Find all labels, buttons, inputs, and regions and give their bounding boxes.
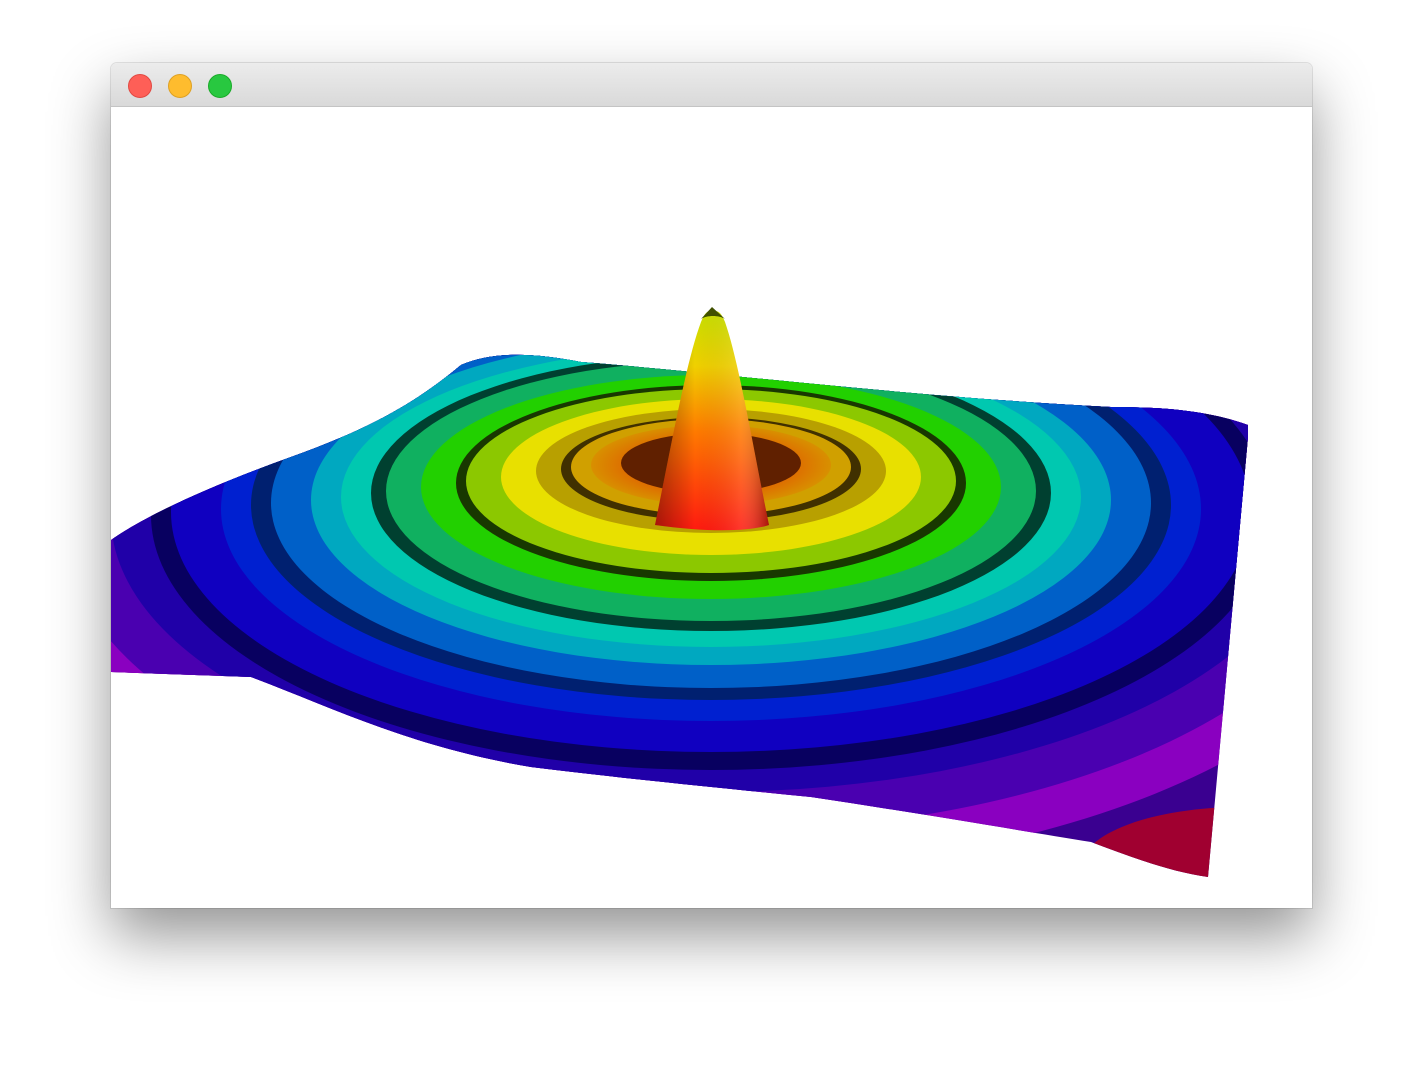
3d-viewport[interactable] — [111, 107, 1312, 908]
app-window — [111, 63, 1312, 908]
surface-plot-canvas[interactable] — [111, 107, 1312, 908]
close-button[interactable] — [128, 74, 152, 98]
zoom-button[interactable] — [208, 74, 232, 98]
title-bar[interactable] — [111, 63, 1312, 107]
minimize-button[interactable] — [168, 74, 192, 98]
